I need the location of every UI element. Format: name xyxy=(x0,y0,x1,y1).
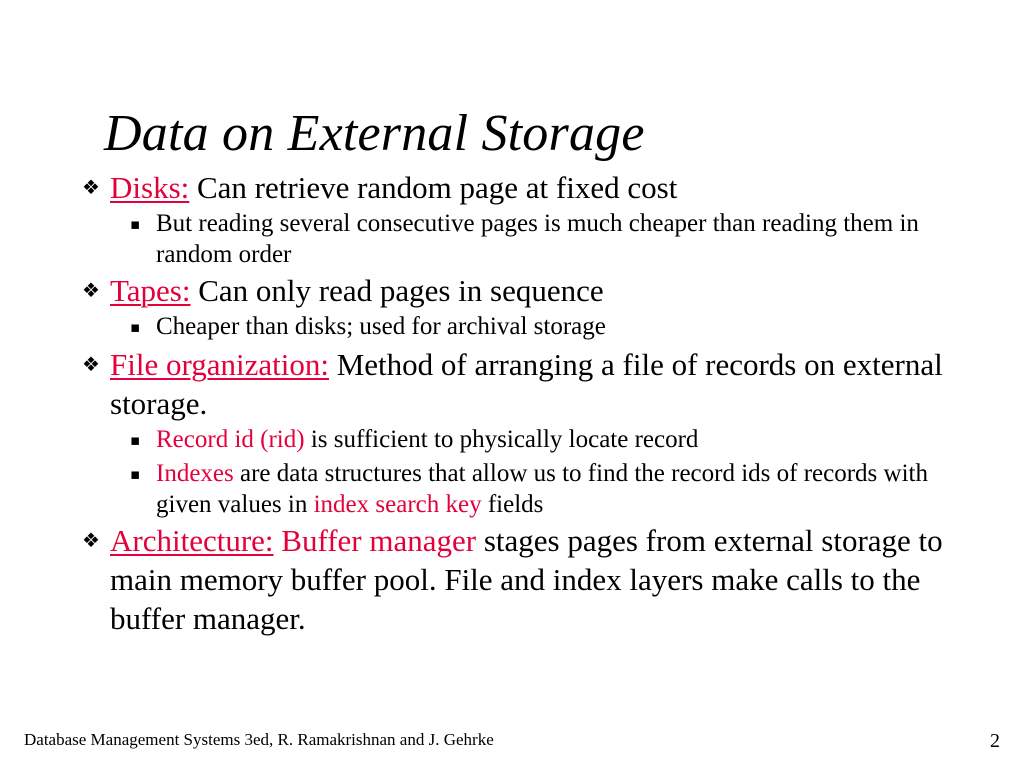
slide: Data on External Storage ❖ Disks: Can ret… xyxy=(0,0,1024,768)
bullet-text-segment: index search key xyxy=(313,491,482,518)
bullet-text-segment: Buffer manager xyxy=(281,523,477,558)
bullet-text: Disks: Can retrieve random page at fixed… xyxy=(110,168,990,207)
diamond-bullet-icon: ❖ xyxy=(82,352,100,376)
bullet-text-segment: Cheaper than disks; used for archival st… xyxy=(156,313,606,340)
bullet-text: Tapes: Can only read pages in sequence xyxy=(110,271,990,310)
bullet-text: But reading several consecutive pages is… xyxy=(156,208,956,270)
bullet-list: ❖ Disks: Can retrieve random page at fixe… xyxy=(0,168,1024,639)
bullet-item: ❖ Tapes: Can only read pages in sequence xyxy=(0,271,1024,310)
page-title: Data on External Storage xyxy=(104,104,645,162)
bullet-text-segment: is sufficient to physically locate recor… xyxy=(304,426,699,453)
diamond-bullet-icon: ❖ xyxy=(82,278,100,302)
bullet-item: ❖ Architecture: Buffer manager stages pag… xyxy=(0,521,1024,638)
bullet-text-segment: Tapes: xyxy=(110,273,191,308)
diamond-bullet-icon: ❖ xyxy=(82,528,100,552)
page-number: 2 xyxy=(990,730,1000,752)
square-bullet-icon: ▪ xyxy=(130,431,141,449)
bullet-item: ▪ But reading several consecutive pages i… xyxy=(0,208,1024,270)
square-bullet-icon: ▪ xyxy=(130,215,141,233)
bullet-item: ▪ Indexes are data structures that allow … xyxy=(0,458,1024,520)
bullet-item: ▪ Record id (rid) is sufficient to physic… xyxy=(0,424,1024,457)
bullet-text-segment: Architecture: xyxy=(110,523,274,558)
bullet-item: ▪ Cheaper than disks; used for archival s… xyxy=(0,311,1024,344)
bullet-text-segment: Can only read pages in sequence xyxy=(190,273,604,308)
bullet-text-segment: Disks: xyxy=(110,170,190,205)
bullet-text: Cheaper than disks; used for archival st… xyxy=(156,311,956,342)
bullet-text-segment: But reading several consecutive pages is… xyxy=(156,210,919,268)
bullet-text: Record id (rid) is sufficient to physica… xyxy=(156,424,956,455)
bullet-text-segment: Indexes xyxy=(156,460,234,487)
bullet-text: File organization: Method of arranging a… xyxy=(110,345,990,423)
bullet-item: ❖ Disks: Can retrieve random page at fixe… xyxy=(0,168,1024,207)
bullet-text-segment: Can retrieve random page at fixed cost xyxy=(189,170,678,205)
bullet-text-segment: File organization: xyxy=(110,347,329,382)
bullet-item: ❖ File organization: Method of arranging … xyxy=(0,345,1024,423)
bullet-text: Indexes are data structures that allow u… xyxy=(156,458,956,520)
diamond-bullet-icon: ❖ xyxy=(82,175,100,199)
bullet-text-segment: fields xyxy=(481,491,544,518)
bullet-text-segment: Record id (rid) xyxy=(156,426,305,453)
footer-credit: Database Management Systems 3ed, R. Rama… xyxy=(24,730,494,749)
bullet-text: Architecture: Buffer manager stages page… xyxy=(110,521,990,638)
square-bullet-icon: ▪ xyxy=(130,465,141,483)
square-bullet-icon: ▪ xyxy=(130,318,141,336)
